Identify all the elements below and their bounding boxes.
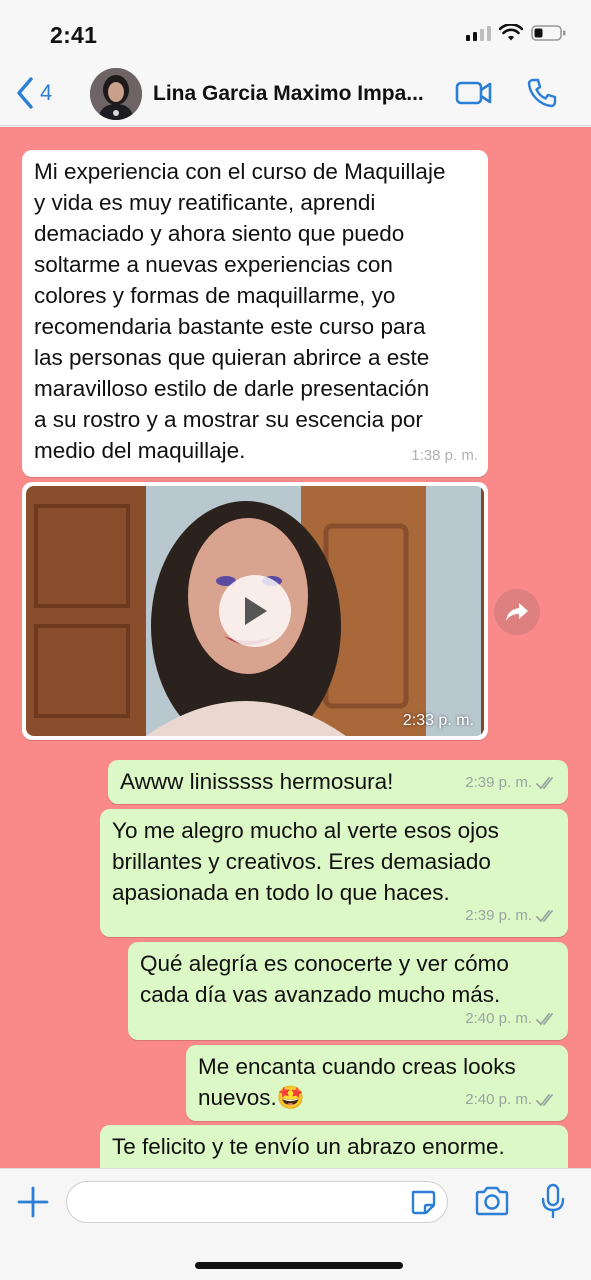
forward-button[interactable] <box>494 589 540 635</box>
play-icon <box>245 597 267 625</box>
add-attachment-button[interactable] <box>16 1185 50 1224</box>
message-bubble-outgoing[interactable]: Awww linisssss hermosura! 2:39 p. m. <box>108 760 568 804</box>
message-bubble-outgoing[interactable]: Yo me alegro mucho al verte esos ojos br… <box>100 809 568 937</box>
play-button[interactable] <box>219 575 291 647</box>
chat-area[interactable]: Mi experiencia con el curso de Maquillaj… <box>0 127 591 1168</box>
status-bar: 2:41 <box>0 0 591 62</box>
forward-icon <box>506 603 528 621</box>
contact-avatar[interactable] <box>90 68 142 120</box>
unread-count: 4 <box>40 80 53 105</box>
message-bubble-incoming[interactable]: Mi experiencia con el curso de Maquillaj… <box>22 150 488 477</box>
double-check-icon <box>536 1012 553 1025</box>
double-check-icon <box>536 909 553 922</box>
microphone-icon <box>541 1183 565 1219</box>
message-bubble-outgoing[interactable]: Qué alegría es conocerte y ver cómo cada… <box>128 942 568 1040</box>
chevron-left-icon <box>17 77 33 109</box>
video-camera-icon <box>455 81 492 105</box>
plus-icon <box>17 1186 49 1218</box>
avatar-image <box>90 68 142 120</box>
sticker-icon <box>411 1190 436 1215</box>
message-time: 2:39 p. m. <box>465 774 532 791</box>
phone-icon <box>527 78 557 108</box>
message-bubble-outgoing[interactable]: Te felicito y te envío un abrazo enorme. <box>100 1125 568 1168</box>
double-check-icon <box>536 1093 553 1106</box>
camera-button[interactable] <box>474 1185 510 1222</box>
contact-name[interactable]: Lina Garcia Maximo Impa... <box>153 82 448 106</box>
message-time: 2:40 p. m. <box>465 1010 532 1027</box>
battery-icon <box>531 25 566 41</box>
message-text: Qué alegría es conocerte y ver cómo cada… <box>140 951 509 1007</box>
message-input[interactable] <box>66 1181 448 1223</box>
message-text: Te felicito y te envío un abrazo enorme. <box>112 1134 505 1159</box>
status-time: 2:41 <box>50 22 98 48</box>
back-button[interactable]: 4 <box>14 76 52 110</box>
video-message[interactable]: 2:33 p. m. <box>22 482 488 740</box>
wifi-icon <box>499 24 523 41</box>
sticker-button[interactable] <box>410 1189 436 1220</box>
message-time: 2:39 p. m. <box>465 907 532 924</box>
message-bubble-outgoing[interactable]: Me encanta cuando creas looks nuevos.🤩 2… <box>186 1045 568 1121</box>
message-time: 1:38 p. m. <box>411 447 478 464</box>
message-time: 2:40 p. m. <box>465 1091 532 1108</box>
video-call-button[interactable] <box>455 76 493 115</box>
home-indicator <box>195 1262 403 1269</box>
double-check-icon <box>536 776 553 789</box>
camera-icon <box>475 1186 509 1216</box>
message-text: Yo me alegro mucho al verte esos ojos br… <box>112 818 499 905</box>
voice-call-button[interactable] <box>525 76 559 115</box>
message-text: Mi experiencia con el curso de Maquillaj… <box>34 159 446 463</box>
video-thumbnail[interactable]: 2:33 p. m. <box>26 486 484 736</box>
message-time: 2:33 p. m. <box>402 712 474 729</box>
cellular-signal-icon <box>466 25 491 41</box>
status-icons <box>466 24 567 42</box>
chat-header: 4 Lina Garcia Maximo Impa... <box>0 62 591 126</box>
microphone-button[interactable] <box>539 1183 567 1224</box>
